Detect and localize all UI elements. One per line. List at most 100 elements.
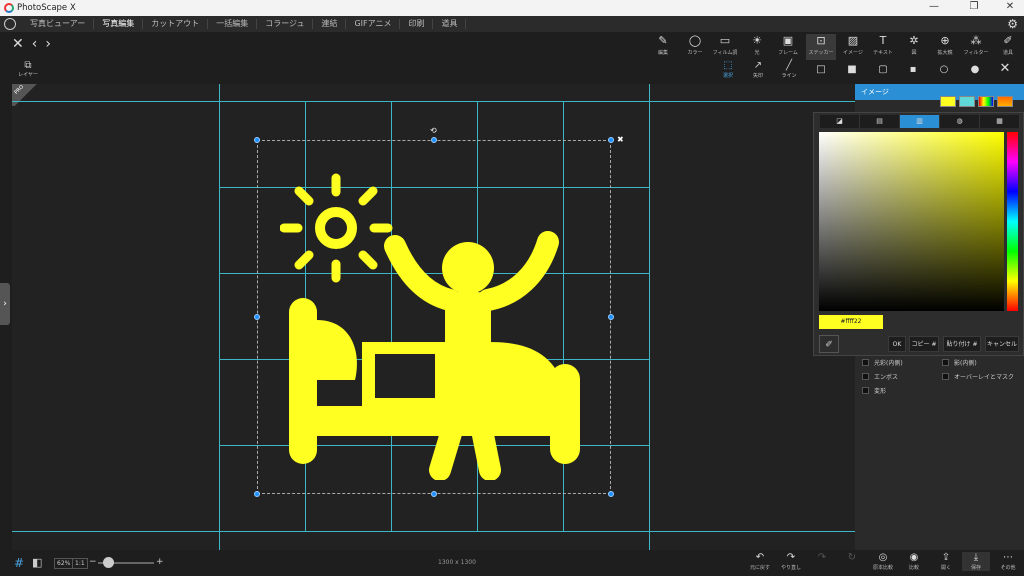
- toolbar-frame[interactable]: ▣ フレーム: [773, 34, 803, 60]
- resize-handle-top[interactable]: [431, 137, 437, 143]
- rounded-rect-filled-icon[interactable]: ▪: [906, 64, 920, 78]
- tab-photo-viewer[interactable]: 写真ビューアー: [22, 19, 95, 29]
- ok-button[interactable]: OK: [888, 336, 906, 352]
- paste-hex-button[interactable]: 貼り付け #: [943, 336, 981, 352]
- tab-print[interactable]: 印刷: [400, 19, 434, 29]
- saturation-field[interactable]: [819, 132, 1004, 311]
- frame-icon: ▣: [782, 34, 794, 47]
- maximize-button[interactable]: ❐: [964, 1, 984, 12]
- toolbar-film[interactable]: ▭ フィルム調: [710, 34, 740, 60]
- cancel-button[interactable]: キャンセル: [985, 336, 1019, 352]
- rotate-handle-icon[interactable]: ⟲: [430, 126, 437, 135]
- resize-handle-bottom-left[interactable]: [254, 491, 260, 497]
- toolbar-sticker[interactable]: ⊡ ステッカー: [806, 34, 836, 60]
- checkbox[interactable]: [862, 373, 869, 380]
- resize-handle-bottom[interactable]: [431, 491, 437, 497]
- tab-wheel[interactable]: ◍: [940, 115, 980, 128]
- rectangle-filled-icon[interactable]: ■: [845, 64, 859, 78]
- tab-combine[interactable]: 連結: [313, 19, 347, 29]
- toolbar-figure[interactable]: ✲ 図: [899, 34, 929, 60]
- zoom-in-icon[interactable]: +: [156, 557, 164, 567]
- compare-button[interactable]: ◉ 比較: [900, 552, 928, 571]
- tab-photo-editor[interactable]: 写真編集: [94, 19, 144, 29]
- toolbar-image[interactable]: ▨ イメージ: [838, 34, 868, 60]
- circle-outline-icon[interactable]: ○: [937, 64, 951, 78]
- left-panel-toggle[interactable]: ›: [0, 283, 10, 325]
- checkbox[interactable]: [862, 359, 869, 366]
- selection-box[interactable]: [257, 140, 611, 494]
- subtool-line[interactable]: ╱ ライン: [774, 60, 804, 84]
- compare-original-button[interactable]: ◎ 原本比較: [869, 552, 897, 571]
- redo-all-button[interactable]: ↷: [808, 552, 836, 564]
- history-button[interactable]: ↻: [838, 552, 866, 564]
- toolbar-tool[interactable]: ✐ 道具: [993, 34, 1023, 60]
- tab-cutout[interactable]: カットアウト: [143, 19, 209, 29]
- open-icon: ⇪: [941, 552, 951, 563]
- toolbar-filter[interactable]: ⁂ フィルター: [961, 34, 991, 60]
- resize-handle-top-left[interactable]: [254, 137, 260, 143]
- minimize-button[interactable]: —: [924, 1, 944, 12]
- tab-palette[interactable]: ◪: [820, 115, 860, 128]
- subtool-arrow[interactable]: ↗ 矢印: [743, 60, 773, 84]
- zoom-slider-knob[interactable]: [103, 557, 114, 568]
- swatch-yellow[interactable]: [940, 96, 956, 107]
- tab-gif[interactable]: GIFアニメ: [346, 19, 401, 29]
- toolbar-magnifier[interactable]: ⊕ 拡大鏡: [930, 34, 960, 60]
- subtool-select[interactable]: ⬚ 選択: [713, 60, 743, 84]
- eyedropper-icon[interactable]: ✐: [819, 335, 839, 353]
- resize-handle-top-right[interactable]: [608, 137, 614, 143]
- search-icon[interactable]: [4, 18, 16, 30]
- zoom-out-icon[interactable]: −: [89, 557, 97, 567]
- split-view-icon[interactable]: ◧: [32, 556, 42, 569]
- delete-object-icon[interactable]: ✖: [617, 135, 624, 144]
- close-window-button[interactable]: ✕: [1000, 1, 1020, 12]
- hex-value[interactable]: #ffff22: [819, 315, 883, 329]
- zoom-fit-button[interactable]: 62%: [54, 558, 74, 569]
- figure-icon: ✲: [909, 34, 919, 47]
- tab-collage[interactable]: コラージュ: [257, 19, 314, 29]
- rounded-rect-outline-icon[interactable]: ▢: [876, 64, 890, 78]
- undo-button[interactable]: ↶ 元に戻す: [746, 552, 774, 571]
- layer-button[interactable]: ⧉ レイヤー: [14, 60, 42, 84]
- toolbar-text[interactable]: T テキスト: [868, 34, 898, 60]
- copy-hex-button[interactable]: コピー #: [909, 336, 939, 352]
- close-panel-icon[interactable]: ✕: [998, 61, 1012, 76]
- swatch-pattern[interactable]: [959, 96, 975, 107]
- more-button[interactable]: ⋯ その他: [994, 552, 1022, 571]
- toolbar-edit[interactable]: ✎ 編集: [648, 34, 678, 60]
- resize-handle-right[interactable]: [608, 314, 614, 320]
- tab-spectrum[interactable]: ▥: [900, 115, 940, 128]
- swatch-rainbow[interactable]: [978, 96, 994, 107]
- circle-filled-icon[interactable]: ●: [968, 64, 982, 78]
- open-button[interactable]: ⇪ 開く: [932, 552, 960, 571]
- resize-handle-left[interactable]: [254, 314, 260, 320]
- tab-batch[interactable]: 一括編集: [208, 19, 258, 29]
- redo-button[interactable]: ↷ やり直し: [777, 552, 805, 571]
- hue-slider[interactable]: [1007, 132, 1018, 311]
- zoom-1to1-button[interactable]: 1:1: [72, 558, 88, 569]
- tab-tools[interactable]: 道具: [433, 19, 467, 29]
- option-transform[interactable]: 変形: [862, 386, 886, 395]
- checkbox[interactable]: [942, 373, 949, 380]
- close-icon[interactable]: ✕: [12, 36, 24, 52]
- option-inner-shadow[interactable]: 影(内側): [942, 358, 977, 367]
- option-emboss[interactable]: エンボス: [862, 372, 898, 381]
- toolbar-light[interactable]: ☀ 光: [742, 34, 772, 60]
- chevron-left-icon[interactable]: ‹: [32, 36, 38, 52]
- toolbar-color[interactable]: ◯ カラー: [680, 34, 710, 60]
- checkbox[interactable]: [862, 387, 869, 394]
- option-inner-glow[interactable]: 光彩(内側): [862, 358, 903, 367]
- option-overlay-mask[interactable]: オーバーレイとマスク: [942, 372, 1014, 381]
- resize-handle-bottom-right[interactable]: [608, 491, 614, 497]
- edit-icon: ✎: [658, 34, 668, 47]
- swatch-gradient[interactable]: [997, 96, 1013, 107]
- tab-sliders[interactable]: ▦: [980, 115, 1020, 128]
- chevron-right-icon[interactable]: ›: [45, 36, 51, 52]
- save-button[interactable]: ⤓ 保存: [962, 552, 990, 571]
- tab-swatches[interactable]: ▤: [860, 115, 900, 128]
- mode-tabs: 写真ビューアー 写真編集 カットアウト 一括編集 コラージュ 連結 GIFアニメ…: [22, 16, 467, 32]
- checkbox[interactable]: [942, 359, 949, 366]
- grid-icon[interactable]: #: [14, 556, 24, 570]
- rectangle-outline-icon[interactable]: □: [814, 64, 828, 78]
- gear-icon[interactable]: ⚙: [1007, 17, 1018, 31]
